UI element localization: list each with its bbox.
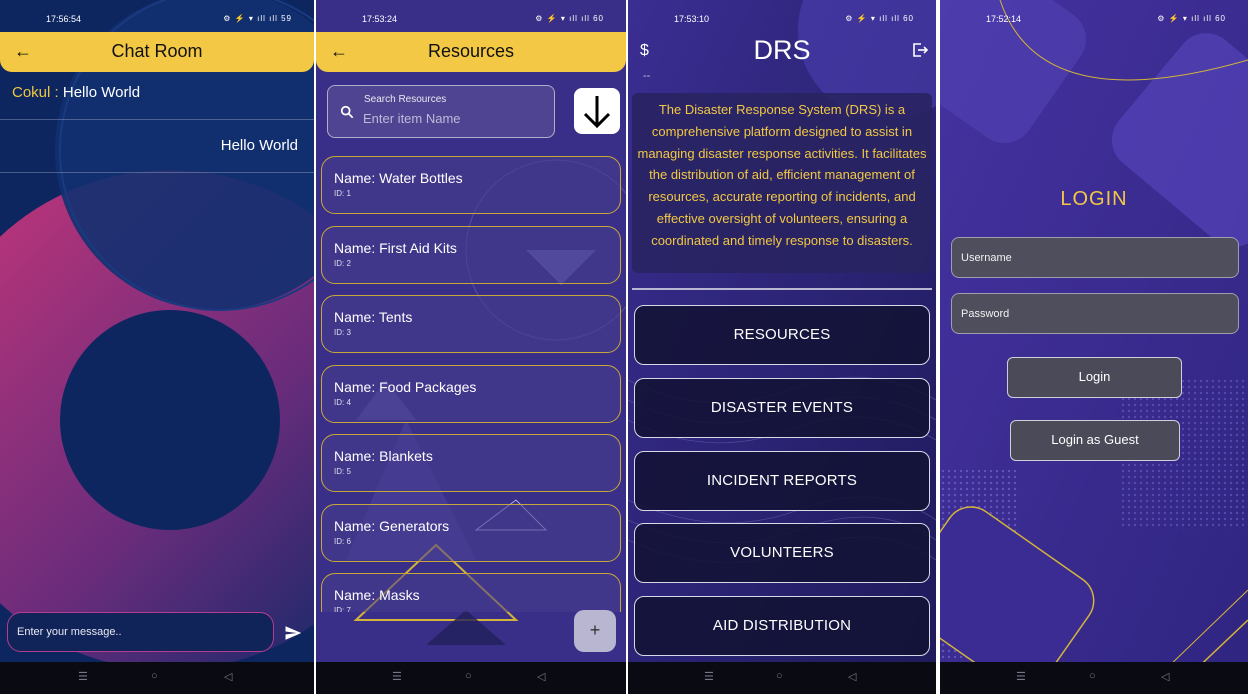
resource-name: Name: Blankets: [334, 448, 433, 464]
message-sender: Cokul :: [12, 84, 59, 101]
chat-message: Cokul : Hello World: [0, 72, 314, 120]
system-nav-bar: ☰ ○ ◁: [628, 662, 936, 694]
resource-id: ID: 7: [334, 606, 351, 612]
list-item[interactable]: Name: Masks ID: 7: [321, 573, 621, 612]
resource-name: Name: Generators: [334, 517, 450, 534]
aid-distribution-button[interactable]: AID DISTRIBUTION: [634, 596, 930, 656]
status-time: 17:53:24: [362, 14, 398, 24]
list-item[interactable]: Name: First Aid Kits ID: 2: [321, 225, 621, 284]
app-description: The Disaster Response System (DRS) is a …: [632, 93, 932, 273]
status-bar: 17:53:24 ⚙ ⚡ ▾ ıll ıll 60: [316, 0, 626, 34]
status-icons: ⚙ ⚡ ▾ ıll ıll 60: [845, 14, 914, 23]
status-bar: 17:52:14 ⚙ ⚡ ▾ ıll ıll 60: [940, 0, 1248, 34]
login-screen: 17:52:14 ⚙ ⚡ ▾ ıll ıll 60 LOGIN Login Lo…: [940, 0, 1248, 694]
menu-icon[interactable]: ☰: [78, 670, 88, 683]
list-item[interactable]: Name: Tents ID: 3: [321, 295, 621, 353]
resource-id: ID: 5: [334, 467, 351, 476]
arrow-down-icon: [583, 96, 611, 129]
page-title: Resources: [427, 41, 515, 61]
message-input[interactable]: [8, 613, 273, 651]
search-input[interactable]: [363, 111, 543, 126]
volunteers-button[interactable]: VOLUNTEERS: [634, 523, 930, 583]
home-icon[interactable]: ○: [1089, 670, 1096, 682]
login-title: LOGIN: [1060, 188, 1128, 210]
list-item[interactable]: Name: Water Bottles ID: 1: [321, 156, 621, 214]
system-nav-bar: ☰ ○ ◁: [0, 662, 314, 694]
back-icon[interactable]: ◁: [1161, 670, 1169, 683]
back-icon[interactable]: ◁: [224, 670, 232, 683]
resource-id: ID: 3: [334, 328, 351, 337]
list-item[interactable]: Name: Generators ID: 6: [321, 503, 621, 562]
chat-app-bar: ← Chat Room: [0, 32, 314, 72]
add-resource-button[interactable]: +: [574, 610, 616, 652]
resource-name: Name: Masks: [334, 587, 420, 603]
sort-down-button[interactable]: [574, 88, 620, 134]
home-icon[interactable]: ○: [465, 670, 472, 682]
list-item[interactable]: Name: Food Packages ID: 4: [321, 364, 621, 423]
menu-icon[interactable]: ☰: [1016, 670, 1026, 683]
logout-icon[interactable]: [912, 42, 928, 58]
page-title: Chat Room: [111, 41, 203, 61]
resource-name: Name: Food Packages: [334, 378, 477, 395]
divider: [632, 288, 932, 290]
resources-screen: 17:53:24 ⚙ ⚡ ▾ ıll ıll 60 ← Resources Se…: [316, 0, 626, 694]
resource-list: Name: Water Bottles ID: 1 Name: First Ai…: [321, 156, 621, 612]
resource-id: ID: 1: [334, 189, 351, 198]
chat-message: Hello World: [0, 121, 314, 173]
message-input-wrapper: [7, 612, 274, 652]
status-icons: ⚙ ⚡ ▾ ıll ıll 59: [223, 14, 292, 23]
resources-button[interactable]: RESOURCES: [634, 305, 930, 365]
login-background-art: [940, 0, 1248, 694]
chat-room-screen: 17:56:54 ⚙ ⚡ ▾ ıll ıll 59 ← Chat Room Co…: [0, 0, 314, 694]
username-input[interactable]: [952, 238, 1238, 277]
resource-id: ID: 2: [334, 258, 351, 268]
message-text: Hello World: [220, 137, 298, 154]
incident-reports-button[interactable]: INCIDENT REPORTS: [634, 451, 930, 511]
resource-name: Name: Water Bottles: [334, 170, 463, 186]
message-text: Hello World: [62, 84, 141, 101]
drs-home-screen: 17:53:10 ⚙ ⚡ ▾ ıll ıll 60 $ -- DRS The D…: [628, 0, 936, 694]
balance-placeholder: --: [643, 70, 651, 82]
status-icons: ⚙ ⚡ ▾ ıll ıll 60: [535, 14, 604, 23]
status-time: 17:52:14: [986, 14, 1022, 24]
back-icon[interactable]: ◁: [537, 670, 545, 683]
home-icon[interactable]: ○: [776, 670, 783, 682]
search-label: Search Resources: [364, 94, 447, 105]
system-nav-bar: ☰ ○ ◁: [940, 662, 1248, 694]
system-nav-bar: ☰ ○ ◁: [316, 662, 626, 694]
password-input[interactable]: [952, 294, 1238, 333]
login-button[interactable]: Login: [1007, 357, 1182, 398]
menu-icon[interactable]: ☰: [704, 670, 714, 683]
username-field-wrapper: [951, 237, 1239, 278]
search-icon: [340, 105, 354, 119]
list-item[interactable]: Name: Blankets ID: 5: [321, 434, 621, 492]
resource-name: Name: Tents: [334, 309, 413, 325]
status-icons: ⚙ ⚡ ▾ ıll ıll 60: [1157, 14, 1226, 23]
disaster-events-button[interactable]: DISASTER EVENTS: [634, 378, 930, 438]
status-time: 17:53:10: [674, 14, 710, 24]
password-field-wrapper: [951, 293, 1239, 334]
resource-id: ID: 4: [334, 397, 351, 407]
status-time: 17:56:54: [46, 14, 82, 24]
status-bar: 17:53:10 ⚙ ⚡ ▾ ıll ıll 60: [628, 0, 936, 34]
send-icon[interactable]: [284, 624, 302, 642]
home-icon[interactable]: ○: [151, 670, 158, 682]
page-title: DRS: [753, 35, 811, 65]
search-field: Search Resources: [327, 85, 555, 138]
resources-app-bar: ← Resources: [316, 32, 626, 72]
resource-name: Name: First Aid Kits: [334, 239, 457, 256]
login-as-guest-button[interactable]: Login as Guest: [1010, 420, 1180, 461]
status-bar: 17:56:54 ⚙ ⚡ ▾ ıll ıll 59: [0, 0, 314, 34]
resource-id: ID: 6: [334, 536, 351, 546]
back-icon[interactable]: ◁: [848, 670, 856, 683]
menu-icon[interactable]: ☰: [392, 670, 402, 683]
